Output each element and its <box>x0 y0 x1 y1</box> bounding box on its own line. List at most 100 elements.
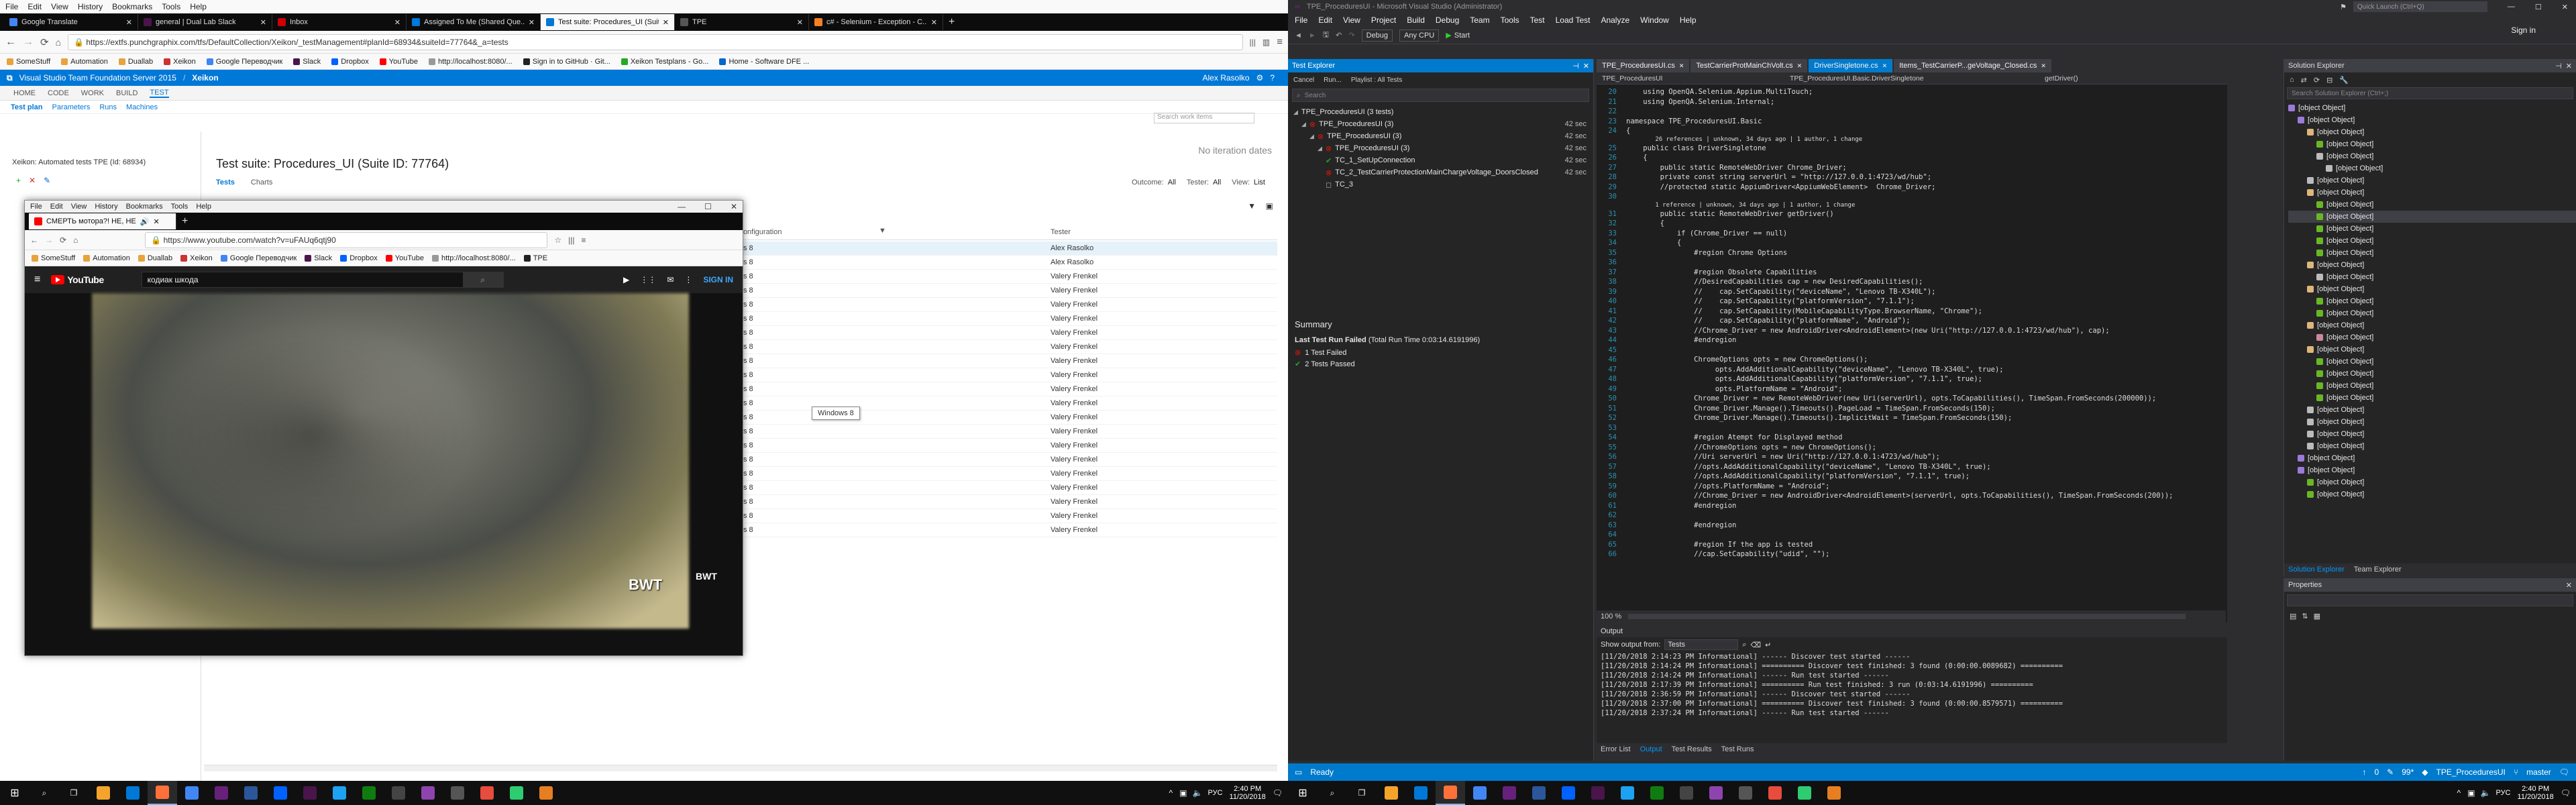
solution-tree-item[interactable]: [object Object] <box>2288 271 2576 283</box>
solution-tree-item[interactable]: [object Object] <box>2288 247 2576 259</box>
taskbar-app[interactable] <box>266 781 295 805</box>
solution-tree-item[interactable]: [object Object] <box>2288 102 2576 114</box>
sync-icon[interactable]: ⇄ <box>2301 76 2307 85</box>
code-line[interactable]: 37 #region Obsolete Capabilities <box>1597 268 2226 278</box>
taskbar-app[interactable] <box>236 781 266 805</box>
bookmark-item[interactable]: Slack <box>293 58 321 66</box>
test-tree-item[interactable]: ✔ TC_1_SetUpConnection 42 sec <box>1288 154 1593 166</box>
suite-tab[interactable]: Tests <box>216 178 235 186</box>
hub-nav-item[interactable]: BUILD <box>116 89 138 97</box>
code-line[interactable]: 41 // cap.SetCapability(MobileCapability… <box>1597 307 2226 317</box>
document-tab[interactable]: TestCarrierProtMainChVolt.cs ✕ <box>1690 59 1808 72</box>
bookmark-item[interactable]: SomeStuff <box>7 58 50 66</box>
test-toolbar-item[interactable]: Playlist : All Tests <box>1351 76 1403 84</box>
solution-tree-item[interactable]: [object Object] <box>2288 295 2576 307</box>
taskbar-app[interactable] <box>1613 781 1642 805</box>
code-line[interactable]: 63 #endregion <box>1597 521 2226 531</box>
back-nav-icon[interactable]: ◄ <box>1295 32 1302 40</box>
property-pages-icon[interactable]: ▦ <box>2314 612 2320 621</box>
alphabetical-icon[interactable]: ⇅ <box>2302 612 2308 621</box>
taskbar-app[interactable] <box>1465 781 1495 805</box>
test-search[interactable]: ⌕ Search <box>1292 89 1589 102</box>
code-line[interactable]: 51 Chrome_Driver.Manage().Timeouts().Pag… <box>1597 404 2226 414</box>
code-line[interactable]: 32 { <box>1597 219 2226 229</box>
code-view[interactable]: 20 using OpenQA.Selenium.Appium.MultiTou… <box>1597 86 2226 608</box>
solution-tree-item[interactable]: [object Object] <box>2288 464 2576 476</box>
solution-tree-item[interactable]: [object Object] <box>2288 356 2576 368</box>
code-line[interactable]: 27 public static RemoteWebDriver Chrome_… <box>1597 163 2226 173</box>
taskbar-app[interactable] <box>148 781 177 805</box>
menu-item[interactable]: Edit <box>28 2 42 11</box>
expand-arrow-icon[interactable]: ◢ <box>1301 121 1306 128</box>
hamburger-menu-icon[interactable]: ≡ <box>1277 36 1283 48</box>
filter-icon[interactable]: ▼ <box>1248 201 1256 211</box>
solution-explorer-tab[interactable]: Team Explorer <box>2354 566 2402 574</box>
solution-tree-item[interactable]: [object Object] <box>2288 114 2576 126</box>
browser-tab[interactable]: Google Translate ✕ <box>4 14 138 30</box>
status-count-changes[interactable]: 99* <box>2402 767 2414 777</box>
code-line[interactable]: 46 ChromeOptions opts = new ChromeOption… <box>1597 355 2226 365</box>
yt-sign-in-button[interactable]: SIGN IN <box>703 275 733 284</box>
code-line[interactable]: 29 //protected static AppiumDriver<Appiu… <box>1597 182 2226 193</box>
vs-menu-item[interactable]: Load Test <box>1556 15 1591 25</box>
bookmark-item[interactable]: Google Переводчик <box>220 254 297 262</box>
menu-item[interactable]: File <box>30 203 42 211</box>
filter-value[interactable]: List <box>1254 178 1265 186</box>
horizontal-scrollbar[interactable] <box>204 765 1277 771</box>
solution-tree-item[interactable]: [object Object] <box>2288 174 2576 186</box>
solution-tree-item[interactable]: [object Object] <box>2288 331 2576 343</box>
sub-nav-item[interactable]: Parameters <box>52 103 90 111</box>
taskbar-app[interactable] <box>295 781 325 805</box>
test-tree-item[interactable]: ◢ ⊗ TPE_ProceduresUI (3) 42 sec <box>1288 142 1593 154</box>
action-center-icon[interactable]: 🗨 <box>1273 788 1283 798</box>
taskbar-app[interactable] <box>1672 781 1701 805</box>
bookmark-item[interactable]: Sign in to GitHub · Git... <box>523 58 610 66</box>
column-options-icon[interactable]: ▣ <box>1266 201 1273 211</box>
solution-tree-item[interactable]: [object Object] <box>2288 199 2576 211</box>
solution-tree-item[interactable]: [object Object] <box>2288 138 2576 150</box>
taskbar-app[interactable] <box>531 781 561 805</box>
test-toolbar-item[interactable]: Cancel <box>1293 76 1314 84</box>
bookmark-item[interactable]: TPE <box>523 254 547 262</box>
solution-tree-item[interactable]: [object Object] <box>2288 428 2576 440</box>
codelens-line[interactable]: 1 reference | unknown, 34 days ago | 1 a… <box>1597 202 2226 209</box>
solution-tree-item[interactable]: [object Object] <box>2288 235 2576 247</box>
vs-menu-item[interactable]: Window <box>1640 15 1669 25</box>
tab-close-icon[interactable]: ✕ <box>394 18 400 27</box>
bookmark-item[interactable]: http://localhost:8080/... <box>432 254 516 262</box>
vs-menu-item[interactable]: Project <box>1371 15 1396 25</box>
taskbar-app[interactable] <box>118 781 148 805</box>
code-line[interactable]: 43 //Chrome_Driver = new AndroidDriver<A… <box>1597 326 2226 336</box>
taskbar-app[interactable] <box>1642 781 1672 805</box>
hub-nav-item[interactable]: TEST <box>150 89 169 98</box>
tray-chevron-icon[interactable]: ^ <box>2457 788 2461 798</box>
bookmark-item[interactable]: Duallab <box>118 58 153 66</box>
code-line[interactable]: 52 Chrome_Driver.Manage().Timeouts().Imp… <box>1597 413 2226 423</box>
home-icon[interactable]: ⌂ <box>2290 76 2294 84</box>
solution-tree-item[interactable]: [object Object] <box>2288 283 2576 295</box>
hamburger-menu-icon[interactable]: ≡ <box>581 235 586 245</box>
maximize-icon[interactable]: ☐ <box>2535 3 2542 11</box>
home-icon[interactable]: ⌂ <box>73 235 78 245</box>
task-view-button[interactable]: ❐ <box>1347 781 1377 805</box>
code-line[interactable]: 25 public class DriverSingletone <box>1597 144 2226 154</box>
menu-item[interactable]: Help <box>190 2 207 11</box>
taskbar-app[interactable] <box>1436 781 1465 805</box>
expand-arrow-icon[interactable]: ◢ <box>1309 133 1314 140</box>
notification-icon[interactable]: 🗨 <box>2559 767 2569 777</box>
sub-nav-item[interactable]: Runs <box>99 103 117 111</box>
youtube-logo[interactable]: YouTube <box>51 274 104 285</box>
upload-icon[interactable]: ▶ <box>623 275 629 284</box>
bookmark-item[interactable]: Dropbox <box>331 58 369 66</box>
code-line[interactable]: 23 namespace TPE_ProceduresUI.Basic <box>1597 117 2226 127</box>
tab-close-icon[interactable]: ✕ <box>797 18 803 27</box>
forward-icon[interactable]: → <box>23 36 34 48</box>
notification-flag-icon[interactable]: ⚑ <box>2340 3 2347 11</box>
maximize-icon[interactable]: ☐ <box>704 202 712 211</box>
forward-icon[interactable]: → <box>45 235 53 245</box>
tab-close-icon[interactable]: ✕ <box>663 18 669 27</box>
taskbar-app[interactable] <box>384 781 413 805</box>
edit-icon[interactable]: ✎ <box>44 176 50 185</box>
taskbar-app[interactable] <box>325 781 354 805</box>
clock[interactable]: 2:40 PM 11/20/2018 <box>1230 785 1266 801</box>
